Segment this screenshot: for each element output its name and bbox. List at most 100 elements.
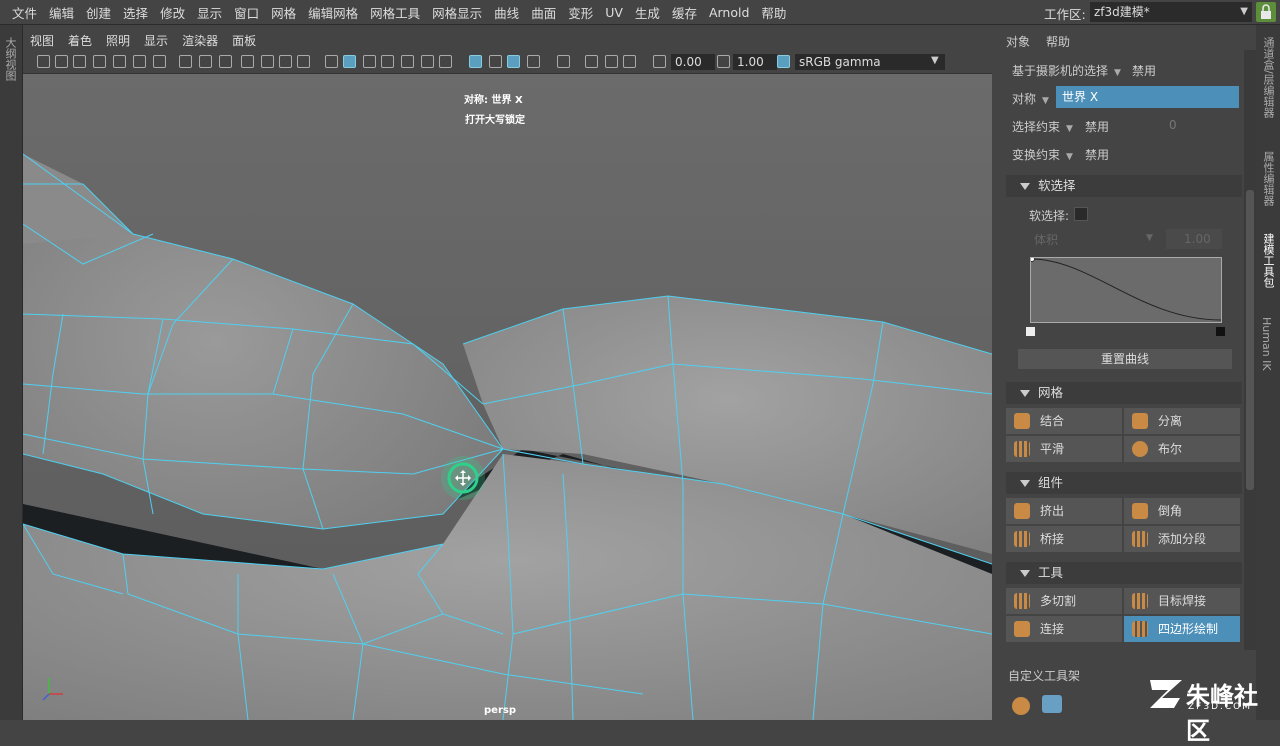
tab-human-ik[interactable]: Human IK xyxy=(1260,317,1273,371)
resolution-gate-icon[interactable] xyxy=(219,55,232,68)
falloff-curve-graph[interactable] xyxy=(1029,256,1222,323)
combine-button[interactable]: 结合 xyxy=(1006,408,1122,434)
symmetry-row[interactable]: 对称 ▼ xyxy=(1012,90,1049,107)
menu-window[interactable]: 窗口 xyxy=(228,3,265,22)
mesh-section-header[interactable]: 网格 xyxy=(1006,382,1242,404)
symmetry-select[interactable]: 世界 X xyxy=(1056,86,1239,108)
select-constraint-row[interactable]: 选择约束 ▼ xyxy=(1012,118,1073,135)
separate-button[interactable]: 分离 xyxy=(1124,408,1240,434)
lock-button[interactable] xyxy=(1256,2,1276,22)
xray-joints-icon[interactable] xyxy=(489,55,502,68)
menu-generate[interactable]: 生成 xyxy=(629,3,666,22)
shadows-icon[interactable] xyxy=(421,55,434,68)
menu-modify[interactable]: 修改 xyxy=(154,3,191,22)
menu-select[interactable]: 选择 xyxy=(117,3,154,22)
vp-menu-panels[interactable]: 面板 xyxy=(225,32,263,49)
ambient-occlusion-icon[interactable] xyxy=(439,55,452,68)
xray-components-icon[interactable] xyxy=(507,55,520,68)
motion-blur-icon[interactable] xyxy=(527,55,540,68)
toolkit-menu-help[interactable]: 帮助 xyxy=(1046,33,1070,50)
tab-modeling-toolkit[interactable]: 建模工具包 xyxy=(1260,233,1276,288)
exposure-icon[interactable] xyxy=(653,55,666,68)
tab-channel-box[interactable]: 通道盒/层编辑器 xyxy=(1260,37,1276,118)
antialiasing-icon[interactable] xyxy=(585,55,598,68)
vp-menu-shading[interactable]: 着色 xyxy=(61,32,99,49)
scrollbar-thumb[interactable] xyxy=(1246,190,1254,490)
smooth-shade-icon[interactable] xyxy=(343,55,356,68)
bookmark-icon[interactable] xyxy=(73,55,86,68)
quad-draw-button[interactable]: 四边形绘制 xyxy=(1124,616,1240,642)
vp-menu-renderer[interactable]: 渲染器 xyxy=(175,32,225,49)
soft-select-checkbox[interactable] xyxy=(1074,207,1088,221)
menu-edit[interactable]: 编辑 xyxy=(43,3,80,22)
menu-surfaces[interactable]: 曲面 xyxy=(525,3,562,22)
menu-cache[interactable]: 缓存 xyxy=(666,3,703,22)
textured-icon[interactable] xyxy=(381,55,394,68)
isolate-select-icon[interactable] xyxy=(557,55,570,68)
xray-icon[interactable] xyxy=(469,55,482,68)
right-panel-scrollbar[interactable] xyxy=(1244,50,1256,650)
tab-attribute-editor[interactable]: 属性编辑器 xyxy=(1260,151,1276,206)
toolkit-menu-object[interactable]: 对象 xyxy=(1006,33,1030,50)
image-plane-icon[interactable] xyxy=(93,55,106,68)
use-all-lights-icon[interactable] xyxy=(401,55,414,68)
menu-mesh[interactable]: 网格 xyxy=(265,3,302,22)
menu-display[interactable]: 显示 xyxy=(191,3,228,22)
menu-arnold[interactable]: Arnold xyxy=(703,5,755,20)
safe-action-icon[interactable] xyxy=(279,55,292,68)
falloff-mode-select[interactable]: 体积 xyxy=(1034,231,1058,248)
color-management-icon[interactable] xyxy=(777,55,790,68)
soft-select-header[interactable]: 软选择 xyxy=(1006,175,1242,197)
perspective-viewport[interactable]: 对称: 世界 X 打开大写锁定 persp xyxy=(23,74,992,720)
multi-cut-button[interactable]: 多切割 xyxy=(1006,588,1122,614)
reset-curve-button[interactable]: 重置曲线 xyxy=(1018,349,1232,369)
menu-mesh-display[interactable]: 网格显示 xyxy=(426,3,488,22)
menu-deform[interactable]: 变形 xyxy=(562,3,599,22)
move-manipulator[interactable] xyxy=(433,442,493,502)
bevel-button[interactable]: 倒角 xyxy=(1124,498,1240,524)
select-camera-icon[interactable] xyxy=(37,55,50,68)
curve-key-start[interactable] xyxy=(1026,327,1035,336)
connect-button[interactable]: 连接 xyxy=(1006,616,1122,642)
exposure-field[interactable]: 0.00 xyxy=(671,54,715,70)
gamma-icon[interactable] xyxy=(717,55,730,68)
outliner-tab[interactable]: 大纲视图 xyxy=(2,37,18,81)
smooth-button[interactable]: 平滑 xyxy=(1006,436,1122,462)
menu-mesh-tools[interactable]: 网格工具 xyxy=(364,3,426,22)
custom-shelf-tool-icon[interactable] xyxy=(1012,697,1030,715)
vp-menu-lighting[interactable]: 照明 xyxy=(99,32,137,49)
custom-shelf-tool2-icon[interactable] xyxy=(1042,695,1062,713)
gamma-field[interactable]: 1.00 xyxy=(733,54,777,70)
depth-of-field-icon[interactable] xyxy=(605,55,618,68)
vp-menu-view[interactable]: 视图 xyxy=(23,32,61,49)
grid-icon[interactable] xyxy=(179,55,192,68)
target-weld-button[interactable]: 目标焊接 xyxy=(1124,588,1240,614)
colorspace-select[interactable]: sRGB gamma xyxy=(795,54,945,70)
menu-help[interactable]: 帮助 xyxy=(755,3,792,22)
wireframe-icon[interactable] xyxy=(325,55,338,68)
menu-curves[interactable]: 曲线 xyxy=(488,3,525,22)
grease-pencil-icon[interactable] xyxy=(113,55,126,68)
hud-icon[interactable] xyxy=(623,55,636,68)
2d-pan-zoom-icon[interactable] xyxy=(133,55,146,68)
curve-key-end[interactable] xyxy=(1216,327,1225,336)
menu-edit-mesh[interactable]: 编辑网格 xyxy=(302,3,364,22)
tools-section-header[interactable]: 工具 xyxy=(1006,562,1242,584)
menu-file[interactable]: 文件 xyxy=(6,3,43,22)
grid-toggle-icon[interactable] xyxy=(153,55,166,68)
falloff-value-field[interactable]: 1.00 xyxy=(1166,229,1222,249)
add-divisions-button[interactable]: 添加分段 xyxy=(1124,526,1240,552)
field-chart-icon[interactable] xyxy=(261,55,274,68)
menu-uv[interactable]: UV xyxy=(599,5,629,20)
wireframe-on-shaded-icon[interactable] xyxy=(363,55,376,68)
gate-mask-icon[interactable] xyxy=(241,55,254,68)
film-gate-icon[interactable] xyxy=(199,55,212,68)
safe-title-icon[interactable] xyxy=(297,55,310,68)
bridge-button[interactable]: 桥接 xyxy=(1006,526,1122,552)
menu-create[interactable]: 创建 xyxy=(80,3,117,22)
components-section-header[interactable]: 组件 xyxy=(1006,472,1242,494)
extrude-button[interactable]: 挤出 xyxy=(1006,498,1122,524)
camera-selection-row[interactable]: 基于摄影机的选择 ▼ xyxy=(1012,62,1121,79)
boolean-button[interactable]: 布尔 xyxy=(1124,436,1240,462)
transform-constraint-row[interactable]: 变换约束 ▼ xyxy=(1012,146,1073,163)
